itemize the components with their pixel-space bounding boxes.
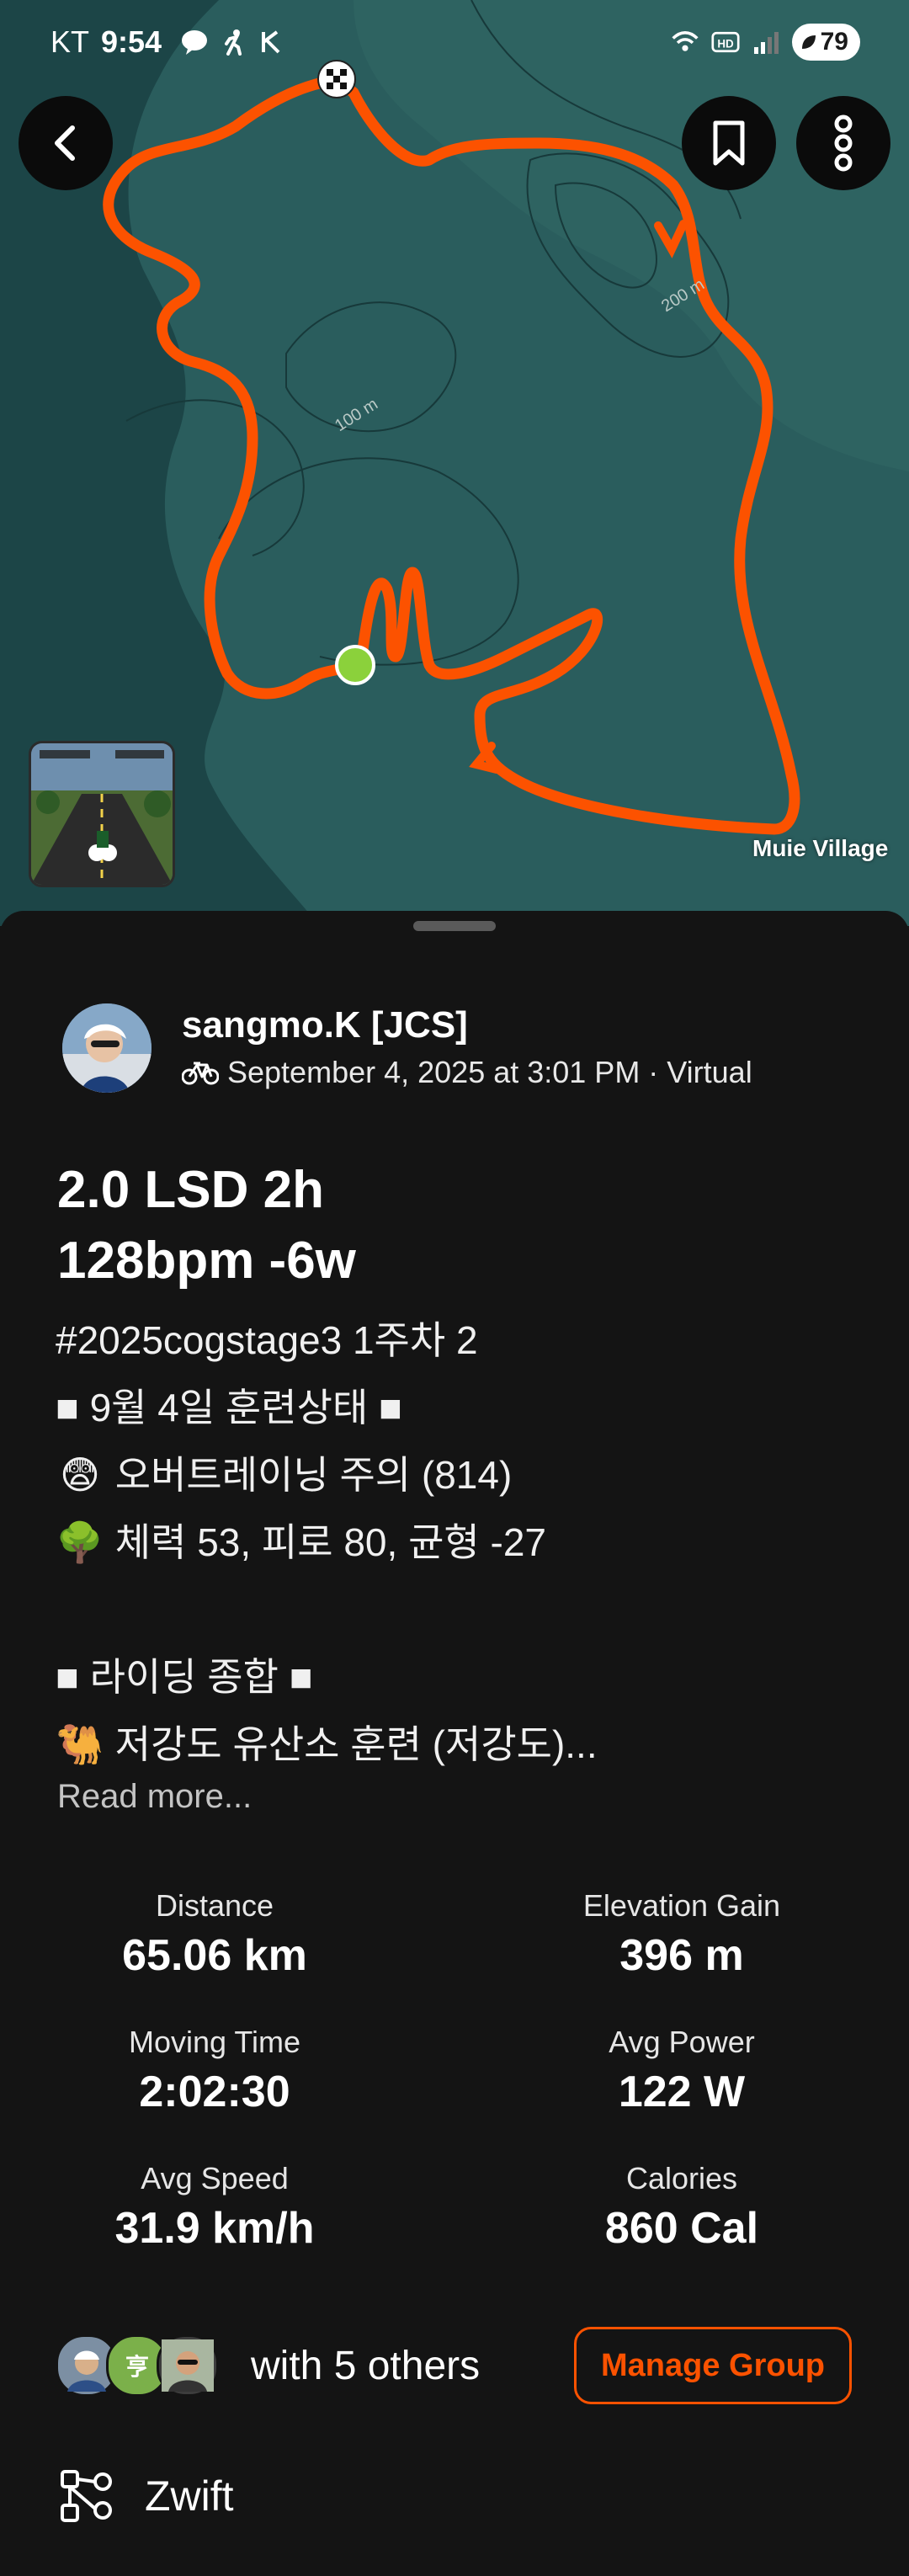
- status-bar: KT 9:54 HD 79: [0, 0, 909, 84]
- hd-icon: HD: [711, 28, 740, 56]
- place-label: Muie Village: [752, 835, 889, 861]
- read-more-link[interactable]: Read more...: [57, 1778, 252, 1816]
- activity-description: #2025cogstage3 1주차 2 ■ 9월 4일 훈련상태 ■ 😨 오버…: [56, 1307, 864, 1778]
- stats-grid: Distance 65.06 km Elevation Gain 396 m M…: [0, 1887, 909, 2256]
- description-line: #2025cogstage3 1주차 2: [56, 1318, 478, 1362]
- clock: 9:54: [101, 24, 162, 59]
- avatar[interactable]: [62, 1003, 152, 1093]
- camel-icon: 🐫: [56, 1722, 104, 1766]
- device-name: Zwift: [145, 2472, 234, 2520]
- athlete-name[interactable]: sangmo.K [JCS]: [182, 1003, 752, 1047]
- more-options-button[interactable]: [796, 96, 890, 190]
- bookmark-button[interactable]: [682, 96, 776, 190]
- zwift-scene-image: [31, 743, 173, 885]
- stat-moving-time: Moving Time 2:02:30: [128, 2025, 301, 2116]
- tree-icon: 🌳: [56, 1520, 104, 1564]
- talk-icon: [180, 28, 209, 56]
- back-button[interactable]: [19, 96, 113, 190]
- stat-calories: Calories 860 Cal: [604, 2161, 759, 2253]
- leaf-icon: [801, 35, 816, 49]
- description-line: 🌳 체력 53, 피로 80, 균형 -27: [56, 1509, 864, 1576]
- fearful-face-icon: 😨: [60, 1453, 100, 1497]
- stat-avg-speed: Avg Speed 31.9 km/h: [114, 2161, 315, 2253]
- activity-sheet: sangmo.K [JCS] September 4, 2025 at 3:01…: [0, 911, 909, 2576]
- group-text[interactable]: with 5 others: [251, 2343, 480, 2389]
- route-map[interactable]: 100 m 200 m Muie Village KT 9:54 HD 79: [0, 0, 909, 926]
- wifi-icon: [671, 28, 699, 56]
- runner-icon: [219, 28, 247, 56]
- description-line: [56, 1576, 864, 1643]
- description-line: 😨 오버트레이닝 주의 (814): [56, 1441, 864, 1509]
- group-avatars[interactable]: 亨: [56, 2334, 219, 2397]
- k-icon: [258, 28, 286, 56]
- description-line: ■ 9월 4일 훈련상태 ■: [56, 1386, 402, 1429]
- bike-icon: [182, 1062, 219, 1085]
- group-avatar: [157, 2334, 219, 2397]
- bookmark-icon: [713, 120, 745, 166]
- start-marker: [335, 645, 375, 685]
- device-row[interactable]: Zwift: [59, 2468, 234, 2524]
- group-row: 亨 with 5 others Manage Group: [56, 2325, 852, 2406]
- athlete-header[interactable]: sangmo.K [JCS] September 4, 2025 at 3:01…: [62, 1003, 752, 1093]
- activity-title: 2.0 LSD 2h 128bpm -6w: [57, 1161, 356, 1290]
- chevron-left-icon: [55, 125, 75, 161]
- battery-level: 79: [820, 28, 848, 56]
- stat-distance: Distance 65.06 km: [122, 1888, 307, 1980]
- manage-group-button[interactable]: Manage Group: [574, 2327, 852, 2404]
- drag-handle[interactable]: [413, 921, 496, 931]
- activity-meta: September 4, 2025 at 3:01 PM · Virtual: [227, 1055, 752, 1089]
- description-line: ■ 라이딩 종합 ■: [56, 1655, 313, 1699]
- description-line: 🐫 저강도 유산소 훈련 (저강도)...: [56, 1711, 864, 1778]
- battery-indicator: 79: [791, 24, 860, 61]
- stat-avg-power: Avg Power 122 W: [609, 2025, 755, 2116]
- carrier-label: KT: [50, 24, 90, 59]
- stat-elevation-gain: Elevation Gain 396 m: [582, 1888, 781, 1980]
- more-vertical-icon: [834, 114, 853, 172]
- signal-icon: [752, 28, 780, 56]
- video-thumbnail[interactable]: [29, 741, 175, 887]
- device-connection-icon: [61, 2470, 112, 2522]
- svg-text:HD: HD: [717, 37, 734, 50]
